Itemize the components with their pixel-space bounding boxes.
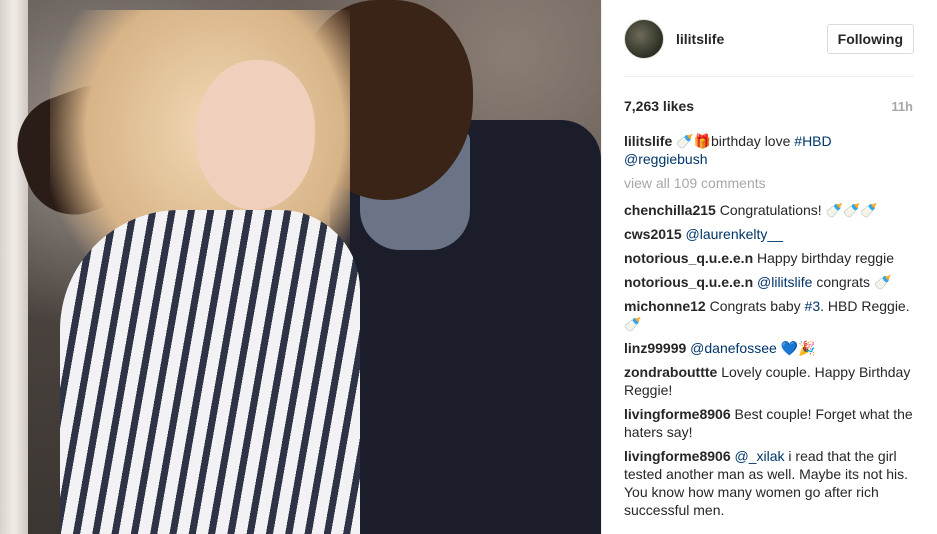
list-item: zondrabouttte Lovely couple. Happy Birth… <box>624 363 917 399</box>
caption-emoji: 🍼🎁 <box>676 133 711 149</box>
comment-username[interactable]: cws2015 <box>624 226 682 242</box>
caption-text: birthday love <box>711 133 791 149</box>
post-timestamp[interactable]: 11h <box>891 99 913 114</box>
list-item: livingforme8906 Best couple! Forget what… <box>624 405 917 441</box>
caption-username[interactable]: lilitslife <box>624 133 672 149</box>
photo-woman-striped-shirt <box>60 210 360 534</box>
caption: lilitslife 🍼🎁birthday love #HBD @reggieb… <box>624 132 917 168</box>
following-button[interactable]: Following <box>826 23 914 54</box>
caption-mention[interactable]: @reggiebush <box>624 151 708 167</box>
post-details-panel: lilitslife Following 7,263 likes 11h lil… <box>601 0 937 534</box>
comment-username[interactable]: notorious_q.u.e.e.n <box>624 274 753 290</box>
comment-emoji: 💙🎉 <box>780 340 816 356</box>
comment-hashtag[interactable]: #3 <box>805 298 821 314</box>
comment-username[interactable]: notorious_q.u.e.e.n <box>624 250 753 266</box>
list-item: livingforme8906 @_xilak i read that the … <box>624 447 917 519</box>
comment-username[interactable]: chenchilla215 <box>624 202 716 218</box>
comment-text: Happy birthday reggie <box>757 250 894 266</box>
comment-username[interactable]: linz99999 <box>624 340 686 356</box>
comment-text: Congrats baby <box>709 298 801 314</box>
comment-mention[interactable]: @lilitslife <box>757 274 812 290</box>
comment-emoji: 🍼 <box>624 316 642 332</box>
comment-username[interactable]: michonne12 <box>624 298 706 314</box>
header-username[interactable]: lilitslife <box>676 31 827 47</box>
comment-username[interactable]: zondrabouttte <box>624 364 717 380</box>
comment-emoji: 🍼 <box>873 274 892 290</box>
post-meta: 7,263 likes 11h <box>624 92 913 120</box>
list-item: michonne12 Congrats baby #3. HBD Reggie.… <box>624 297 917 333</box>
photo-doorframe <box>0 0 28 534</box>
comments-list: lilitslife 🍼🎁birthday love #HBD @reggieb… <box>624 132 917 525</box>
view-all-comments-link[interactable]: view all 109 comments <box>624 174 917 192</box>
post-header: lilitslife Following <box>602 0 937 77</box>
post-photo[interactable] <box>0 0 601 534</box>
list-item: chenchilla215 Congratulations! 🍼🍼🍼 <box>624 201 917 219</box>
comment-mention[interactable]: @_xilak <box>735 448 785 464</box>
comment-text: congrats <box>816 274 871 290</box>
caption-hashtag[interactable]: #HBD <box>794 133 831 149</box>
list-item: notorious_q.u.e.e.n @lilitslife congrats… <box>624 273 917 291</box>
comment-emoji: 🍼🍼🍼 <box>825 202 878 218</box>
likes-count[interactable]: 7,263 likes <box>624 98 694 114</box>
photo-woman-face <box>195 60 315 210</box>
comment-text-2: . HBD Reggie. <box>820 298 910 314</box>
comment-mention[interactable]: @danefossee <box>690 340 777 356</box>
list-item: linz99999 @danefossee 💙🎉 <box>624 339 917 357</box>
comment-username[interactable]: livingforme8906 <box>624 448 731 464</box>
comment-mention[interactable]: @laurenkelty__ <box>686 226 784 242</box>
header-divider <box>624 76 914 77</box>
avatar[interactable] <box>624 18 664 59</box>
list-item: notorious_q.u.e.e.n Happy birthday reggi… <box>624 249 917 267</box>
comment-username[interactable]: livingforme8906 <box>624 406 731 422</box>
comment-text: Congratulations! <box>719 202 822 218</box>
list-item: cws2015 @laurenkelty__ <box>624 225 917 243</box>
